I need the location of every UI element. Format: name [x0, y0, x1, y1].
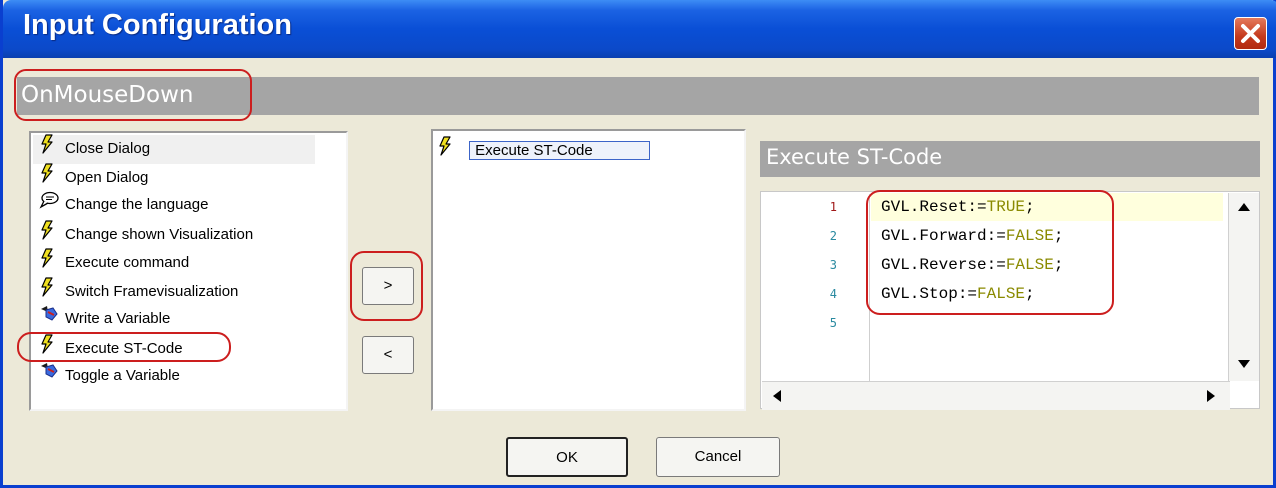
action-item[interactable]: Open Dialog [39, 162, 149, 193]
action-label: Open Dialog [65, 168, 149, 186]
speech-bubble-icon [39, 191, 65, 219]
action-label: Write a Variable [65, 310, 171, 328]
scroll-up-button[interactable] [1230, 195, 1258, 221]
cancel-button[interactable]: Cancel [656, 437, 780, 477]
action-label: Toggle a Variable [65, 367, 180, 385]
action-item[interactable]: Close Dialog [39, 134, 150, 162]
line-number: 3 [829, 258, 837, 272]
action-label: Close Dialog [65, 140, 151, 157]
horizontal-scrollbar[interactable] [762, 381, 1230, 410]
action-item[interactable]: Switch Framevisualization [39, 276, 239, 307]
lightning-icon [39, 248, 65, 278]
execute-st-code-highlight [17, 332, 231, 362]
line-number: 5 [829, 316, 837, 330]
action-item[interactable]: Change the language [39, 191, 208, 219]
scroll-down-button[interactable] [1230, 352, 1258, 378]
remove-action-label: < [383, 346, 393, 363]
action-label: Execute command [65, 254, 190, 271]
selected-action-item[interactable]: Execute ST-Code [437, 136, 650, 162]
arrow-down-icon [1238, 360, 1250, 368]
title-bar[interactable]: Input Configuration [3, 0, 1276, 58]
ok-label: OK [556, 449, 578, 466]
write-variable-icon [39, 362, 65, 390]
lightning-icon [39, 162, 65, 193]
close-button[interactable] [1234, 17, 1267, 50]
line-number: 1 [829, 200, 837, 214]
line-number: 2 [829, 229, 837, 243]
lightning-icon [437, 136, 465, 165]
lightning-icon [39, 219, 65, 250]
action-label: Switch Framevisualization [65, 282, 239, 300]
arrow-up-icon [1238, 203, 1250, 211]
action-item[interactable]: Write a Variable [39, 305, 170, 333]
scroll-left-button[interactable] [764, 383, 792, 409]
selected-actions-list[interactable] [431, 129, 746, 411]
remove-action-button[interactable]: < [362, 336, 414, 374]
arrow-left-icon [773, 390, 781, 402]
line-number: 4 [829, 287, 837, 301]
close-icon [1241, 24, 1260, 43]
lightning-icon [39, 134, 65, 164]
editor-title: Execute ST-Code [766, 145, 943, 169]
arrow-right-icon [1207, 390, 1215, 402]
event-highlight [14, 69, 252, 121]
action-label: Change shown Visualization [65, 225, 254, 243]
add-button-highlight [350, 251, 423, 321]
ok-button[interactable]: OK [506, 437, 628, 477]
action-item[interactable]: Execute command [39, 248, 189, 276]
write-variable-icon [39, 305, 65, 333]
code-highlight [866, 190, 1114, 315]
input-configuration-dialog: Input Configuration OnMouseDown Close Di… [0, 0, 1276, 488]
action-label: Change the language [65, 196, 209, 214]
scroll-right-button[interactable] [1198, 383, 1226, 409]
window-title: Input Configuration [23, 9, 292, 41]
cancel-label: Cancel [694, 448, 742, 465]
selected-action-label: Execute ST-Code [469, 140, 650, 160]
lightning-icon [39, 276, 65, 307]
action-item[interactable]: Toggle a Variable [39, 362, 180, 390]
action-item[interactable]: Change shown Visualization [39, 219, 254, 250]
vertical-scrollbar[interactable] [1228, 193, 1259, 381]
